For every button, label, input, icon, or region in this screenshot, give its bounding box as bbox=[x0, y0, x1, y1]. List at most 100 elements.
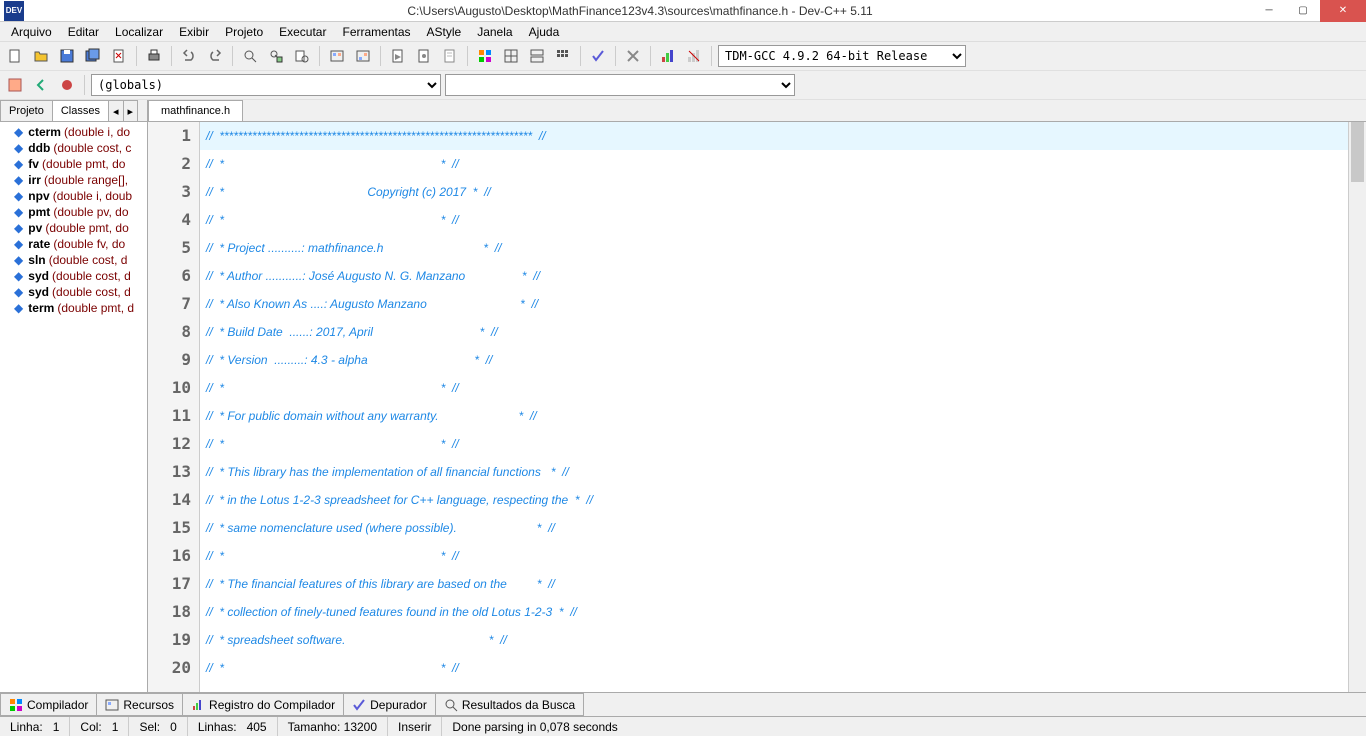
symbol-irr[interactable]: ◆ irr (double range[], bbox=[0, 172, 147, 188]
run-button[interactable] bbox=[352, 45, 374, 67]
symbol-pv[interactable]: ◆ pv (double pmt, do bbox=[0, 220, 147, 236]
status-parse: Done parsing in 0,078 seconds bbox=[452, 720, 617, 734]
code-line-20[interactable]: // * * // bbox=[200, 654, 1348, 682]
class-tree[interactable]: ◆ cterm (double i, do◆ ddb (double cost,… bbox=[0, 122, 147, 692]
print-button[interactable] bbox=[143, 45, 165, 67]
toolbar-scope: (globals) bbox=[0, 71, 1366, 100]
status-sel-value: 0 bbox=[170, 720, 177, 734]
scrollbar-thumb[interactable] bbox=[1351, 122, 1364, 182]
code-editor[interactable]: // *************************************… bbox=[200, 122, 1348, 692]
menu-executar[interactable]: Executar bbox=[272, 24, 333, 40]
back-button[interactable] bbox=[30, 74, 52, 96]
code-line-17[interactable]: // * The financial features of this libr… bbox=[200, 570, 1348, 598]
save-button[interactable] bbox=[56, 45, 78, 67]
find-button[interactable] bbox=[239, 45, 261, 67]
code-line-3[interactable]: // * Copyright (c) 2017 * // bbox=[200, 178, 1348, 206]
debug-button[interactable] bbox=[387, 45, 409, 67]
code-line-4[interactable]: // * * // bbox=[200, 206, 1348, 234]
tab-resultados[interactable]: Resultados da Busca bbox=[435, 693, 584, 716]
class-browser-panel: Projeto Classes ◂ ▸ ◆ cterm (double i, d… bbox=[0, 100, 148, 692]
tab-scroll-right[interactable]: ▸ bbox=[123, 100, 139, 121]
tab-depurador[interactable]: Depurador bbox=[343, 693, 436, 716]
symbol-sln[interactable]: ◆ sln (double cost, d bbox=[0, 252, 147, 268]
menu-editar[interactable]: Editar bbox=[61, 24, 106, 40]
save-all-button[interactable] bbox=[82, 45, 104, 67]
step-into-button[interactable] bbox=[439, 45, 461, 67]
compiler-select[interactable]: TDM-GCC 4.9.2 64-bit Release bbox=[718, 45, 966, 67]
menu-exibir[interactable]: Exibir bbox=[172, 24, 216, 40]
menu-janela[interactable]: Janela bbox=[470, 24, 519, 40]
grid4-button[interactable] bbox=[552, 45, 574, 67]
code-line-11[interactable]: // * For public domain without any warra… bbox=[200, 402, 1348, 430]
replace-button[interactable] bbox=[265, 45, 287, 67]
grid-icon bbox=[9, 698, 23, 712]
find-in-files-button[interactable] bbox=[291, 45, 313, 67]
check-button[interactable] bbox=[587, 45, 609, 67]
code-line-14[interactable]: // * in the Lotus 1-2-3 spreadsheet for … bbox=[200, 486, 1348, 514]
vertical-scrollbar[interactable] bbox=[1348, 122, 1366, 692]
menu-arquivo[interactable]: Arquivo bbox=[4, 24, 59, 40]
breakpoint-button[interactable] bbox=[56, 74, 78, 96]
close-file-button[interactable] bbox=[108, 45, 130, 67]
symbol-fv[interactable]: ◆ fv (double pmt, do bbox=[0, 156, 147, 172]
delete-profile-button[interactable] bbox=[683, 45, 705, 67]
redo-button[interactable] bbox=[204, 45, 226, 67]
status-tam-value: 13200 bbox=[344, 720, 377, 734]
code-line-13[interactable]: // * This library has the implementation… bbox=[200, 458, 1348, 486]
open-file-button[interactable] bbox=[30, 45, 52, 67]
tab-classes[interactable]: Classes bbox=[52, 100, 109, 121]
doc-tab-mathfinance[interactable]: mathfinance.h bbox=[148, 100, 243, 121]
symbol-term[interactable]: ◆ term (double pmt, d bbox=[0, 300, 147, 316]
scope-select[interactable]: (globals) bbox=[91, 74, 441, 96]
tab-scroll-left[interactable]: ◂ bbox=[108, 100, 124, 121]
code-line-7[interactable]: // * Also Known As ....: Augusto Manzano… bbox=[200, 290, 1348, 318]
symbol-pmt[interactable]: ◆ pmt (double pv, do bbox=[0, 204, 147, 220]
menu-projeto[interactable]: Projeto bbox=[218, 24, 270, 40]
code-line-16[interactable]: // * * // bbox=[200, 542, 1348, 570]
code-line-18[interactable]: // * collection of finely-tuned features… bbox=[200, 598, 1348, 626]
code-line-6[interactable]: // * Author ...........: José Augusto N.… bbox=[200, 262, 1348, 290]
minimize-button[interactable]: ─ bbox=[1252, 0, 1286, 22]
tab-registro[interactable]: Registro do Compilador bbox=[182, 693, 344, 716]
code-line-5[interactable]: // * Project ..........: mathfinance.h *… bbox=[200, 234, 1348, 262]
maximize-button[interactable]: ▢ bbox=[1286, 0, 1320, 22]
step-over-button[interactable] bbox=[413, 45, 435, 67]
tab-compilador[interactable]: Compilador bbox=[0, 693, 97, 716]
menu-ajuda[interactable]: Ajuda bbox=[522, 24, 567, 40]
menu-localizar[interactable]: Localizar bbox=[108, 24, 170, 40]
goto-func-button[interactable] bbox=[4, 74, 26, 96]
status-mode: Inserir bbox=[398, 720, 431, 734]
profile-button[interactable] bbox=[657, 45, 679, 67]
tab-projeto[interactable]: Projeto bbox=[0, 100, 53, 121]
member-select[interactable] bbox=[445, 74, 795, 96]
grid2-button[interactable] bbox=[500, 45, 522, 67]
symbol-syd[interactable]: ◆ syd (double cost, d bbox=[0, 284, 147, 300]
close-button[interactable]: ✕ bbox=[1320, 0, 1366, 22]
tab-recursos[interactable]: Recursos bbox=[96, 693, 183, 716]
new-file-button[interactable] bbox=[4, 45, 26, 67]
symbol-cterm[interactable]: ◆ cterm (double i, do bbox=[0, 124, 147, 140]
status-bar: Linha: 1 Col: 1 Sel: 0 Linhas: 405 Taman… bbox=[0, 716, 1366, 736]
symbol-ddb[interactable]: ◆ ddb (double cost, c bbox=[0, 140, 147, 156]
grid3-button[interactable] bbox=[526, 45, 548, 67]
status-linha-value: 1 bbox=[53, 720, 60, 734]
symbol-rate[interactable]: ◆ rate (double fv, do bbox=[0, 236, 147, 252]
code-line-15[interactable]: // * same nomenclature used (where possi… bbox=[200, 514, 1348, 542]
code-line-1[interactable]: // *************************************… bbox=[200, 122, 1348, 150]
code-line-10[interactable]: // * * // bbox=[200, 374, 1348, 402]
code-line-12[interactable]: // * * // bbox=[200, 430, 1348, 458]
search-icon bbox=[444, 698, 458, 712]
compile-button[interactable] bbox=[326, 45, 348, 67]
code-line-2[interactable]: // * * // bbox=[200, 150, 1348, 178]
menu-ferramentas[interactable]: Ferramentas bbox=[335, 24, 417, 40]
cancel-button[interactable] bbox=[622, 45, 644, 67]
menu-astyle[interactable]: AStyle bbox=[420, 24, 469, 40]
code-line-9[interactable]: // * Version .........: 4.3 - alpha * // bbox=[200, 346, 1348, 374]
code-line-8[interactable]: // * Build Date ......: 2017, April * // bbox=[200, 318, 1348, 346]
grid1-button[interactable] bbox=[474, 45, 496, 67]
undo-button[interactable] bbox=[178, 45, 200, 67]
symbol-syd[interactable]: ◆ syd (double cost, d bbox=[0, 268, 147, 284]
title-bar: DEV C:\Users\Augusto\Desktop\MathFinance… bbox=[0, 0, 1366, 22]
symbol-npv[interactable]: ◆ npv (double i, doub bbox=[0, 188, 147, 204]
code-line-19[interactable]: // * spreadsheet software. * // bbox=[200, 626, 1348, 654]
